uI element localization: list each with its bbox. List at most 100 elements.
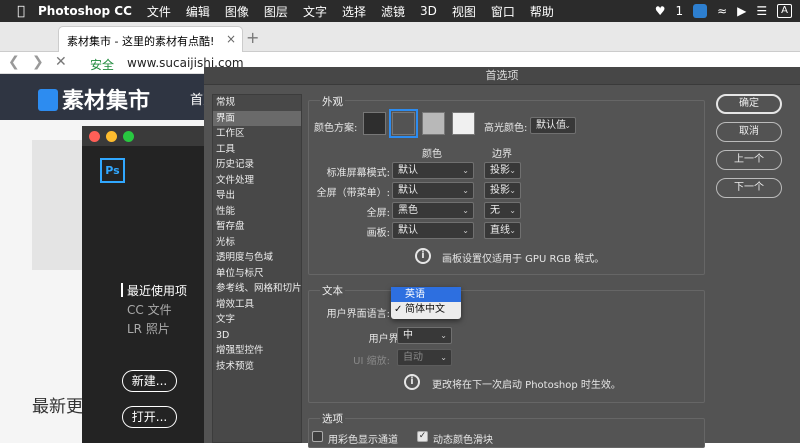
category-item[interactable]: 技术预览: [213, 359, 301, 375]
site-logo[interactable]: 素材集市: [38, 83, 150, 115]
ui-language-dropdown: 英语 ✓ 简体中文: [391, 287, 461, 319]
category-item[interactable]: 3D: [213, 328, 301, 344]
category-item[interactable]: 导出: [213, 188, 301, 204]
menu-layer[interactable]: 图层: [264, 3, 288, 20]
category-item[interactable]: 参考线、网格和切片: [213, 281, 302, 297]
volume-icon[interactable]: ▶: [737, 4, 746, 18]
notification-count: 1: [675, 4, 684, 18]
artboard-border-value: 直线: [490, 225, 510, 236]
chevron-down-icon: ⌄: [509, 206, 516, 215]
apple-icon[interactable]: : [12, 4, 30, 19]
highlight-color-select[interactable]: 默认值 ⌄: [530, 117, 576, 134]
options-title: 选项: [320, 411, 345, 426]
menu-type[interactable]: 文字: [303, 3, 327, 20]
ui-font-size-value: 中: [403, 330, 413, 341]
category-item[interactable]: 工作区: [213, 126, 301, 142]
info-icon: i: [415, 248, 431, 264]
ps-nav-cc-files[interactable]: CC 文件: [127, 301, 172, 318]
cancel-button[interactable]: 取消: [716, 122, 782, 142]
close-window-icon[interactable]: [89, 131, 100, 142]
ps-nav-recent[interactable]: 最近使用项: [127, 282, 187, 299]
color-scheme-swatch-darkest[interactable]: [363, 112, 386, 135]
browser-tab-bar: 素材集市 - 这里的素材有点酷! × +: [0, 22, 800, 52]
secure-label: 安全: [90, 58, 115, 72]
fullscreen-label: 全屏:: [366, 208, 390, 219]
column-color-header: 颜色: [422, 149, 442, 160]
previous-button[interactable]: 上一个: [716, 150, 782, 170]
artboard-color-select[interactable]: 默认 ⌄: [392, 222, 474, 239]
category-item[interactable]: 性能: [213, 204, 301, 220]
category-item[interactable]: 工具: [213, 142, 301, 158]
fullscreen-border-select[interactable]: 无 ⌄: [484, 202, 521, 219]
appearance-title: 外观: [320, 94, 345, 109]
menu-app-name[interactable]: Photoshop CC: [38, 4, 132, 18]
stop-icon[interactable]: ✕: [55, 54, 67, 70]
menu-bar:  Photoshop CC 文件 编辑 图像 图层 文字 选择 滤镜 3D 视…: [0, 0, 800, 22]
tab-title: 素材集市 - 这里的素材有点酷!: [67, 35, 215, 48]
close-tab-icon[interactable]: ×: [226, 32, 236, 46]
site-latest-heading: 最新更: [32, 397, 83, 417]
dynamic-sliders-checkbox[interactable]: ✓: [417, 431, 428, 442]
wifi-icon[interactable]: ≈: [717, 4, 727, 18]
status-area: ♥ 1 ≈ ▶ ☰ A: [655, 0, 792, 22]
ps-title-bar: [82, 126, 212, 146]
bell-icon[interactable]: ♥: [655, 4, 666, 18]
color-scheme-swatch-light[interactable]: [422, 112, 445, 135]
back-icon[interactable]: ❮: [8, 54, 20, 70]
category-item[interactable]: 增效工具: [213, 297, 301, 313]
language-option-english[interactable]: 英语: [391, 287, 461, 302]
ok-button[interactable]: 确定: [716, 94, 782, 114]
category-item[interactable]: 单位与标尺: [213, 266, 301, 282]
standard-screen-border-select[interactable]: 投影 ⌄: [484, 162, 521, 179]
fullscreen-menu-border-value: 投影: [490, 185, 510, 196]
menu-window[interactable]: 窗口: [491, 3, 515, 20]
zoom-window-icon[interactable]: [123, 131, 134, 142]
category-item[interactable]: 历史记录: [213, 157, 301, 173]
category-item[interactable]: 界面: [213, 110, 301, 126]
category-item[interactable]: 光标: [213, 235, 301, 251]
next-button[interactable]: 下一个: [716, 178, 782, 198]
category-item[interactable]: 文字: [213, 312, 301, 328]
menu-3d[interactable]: 3D: [420, 4, 437, 18]
category-item[interactable]: 暂存盘: [213, 219, 301, 235]
color-scheme-swatch-dark[interactable]: [389, 109, 418, 138]
forward-icon[interactable]: ❯: [32, 54, 44, 70]
checkmark-icon: ✓: [394, 304, 403, 315]
ps-new-button[interactable]: 新建...: [122, 370, 177, 392]
fullscreen-menu-color-value: 默认: [398, 185, 418, 196]
menu-view[interactable]: 视图: [452, 3, 476, 20]
category-item[interactable]: 增强型控件: [213, 343, 301, 359]
category-item[interactable]: 文件处理: [213, 173, 301, 189]
list-icon[interactable]: ☰: [756, 4, 767, 18]
highlight-color-value: 默认值: [536, 120, 566, 131]
language-option-simplified-chinese[interactable]: ✓ 简体中文: [391, 302, 461, 317]
artboard-border-select[interactable]: 直线 ⌄: [484, 222, 521, 239]
menu-image[interactable]: 图像: [225, 3, 249, 20]
fullscreen-menu-border-select[interactable]: 投影 ⌄: [484, 182, 521, 199]
text-title: 文本: [320, 283, 345, 298]
menu-select[interactable]: 选择: [342, 3, 366, 20]
minimize-window-icon[interactable]: [106, 131, 117, 142]
ui-font-size-select[interactable]: 中 ⌄: [397, 327, 452, 344]
menu-filter[interactable]: 滤镜: [381, 3, 405, 20]
cc-app-icon[interactable]: [693, 4, 708, 18]
info-icon: i: [404, 374, 420, 390]
restart-note: 更改将在下一次启动 Photoshop 时生效。: [432, 380, 621, 391]
fullscreen-color-select[interactable]: 黑色 ⌄: [392, 202, 474, 219]
new-tab-icon[interactable]: +: [246, 28, 259, 47]
browser-tab[interactable]: 素材集市 - 这里的素材有点酷! ×: [58, 26, 243, 52]
use-color-channels-checkbox[interactable]: [312, 431, 323, 442]
category-item[interactable]: 常规: [213, 95, 301, 111]
input-method-indicator[interactable]: A: [777, 4, 792, 18]
standard-screen-color-select[interactable]: 默认 ⌄: [392, 162, 474, 179]
ps-open-button[interactable]: 打开...: [122, 406, 177, 428]
ps-nav-lr-photos[interactable]: LR 照片: [127, 320, 170, 337]
menu-help[interactable]: 帮助: [530, 3, 554, 20]
color-scheme-swatch-lightest[interactable]: [452, 112, 475, 135]
artboard-label: 画板:: [366, 228, 390, 239]
category-item[interactable]: 透明度与色域: [213, 250, 301, 266]
fullscreen-menu-color-select[interactable]: 默认 ⌄: [392, 182, 474, 199]
menu-edit[interactable]: 编辑: [186, 3, 210, 20]
menu-file[interactable]: 文件: [147, 3, 171, 20]
column-border-header: 边界: [492, 149, 512, 160]
